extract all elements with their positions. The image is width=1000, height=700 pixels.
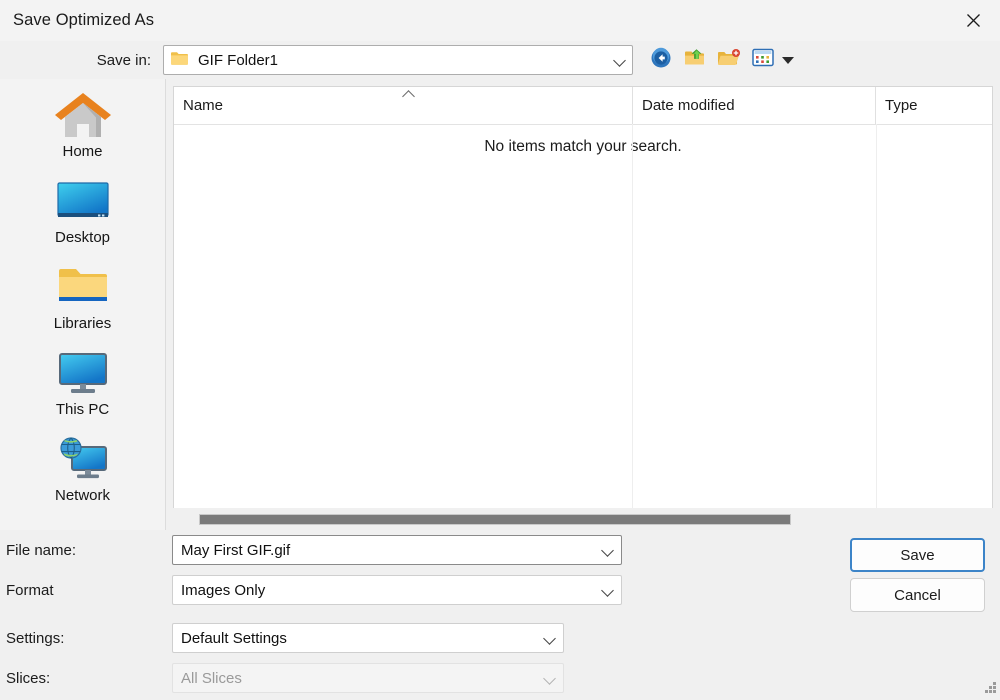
file-name-input[interactable]: May First GIF.gif: [172, 535, 622, 565]
title-bar: Save Optimized As: [0, 0, 1000, 41]
file-name-value: May First GIF.gif: [181, 541, 291, 559]
horizontal-scrollbar[interactable]: [173, 508, 993, 530]
new-folder-icon: [717, 48, 741, 73]
up-folder-icon: [684, 48, 706, 73]
save-button[interactable]: Save: [850, 538, 985, 572]
navigation-toolbar: [648, 47, 794, 73]
dialog-action-buttons: Save Cancel: [850, 538, 985, 612]
slices-row: Slices: All Slices: [0, 658, 1000, 698]
column-header-label: Type: [885, 97, 918, 114]
home-icon: [52, 88, 114, 142]
horizontal-scrollbar-thumb[interactable]: [199, 513, 791, 525]
sidebar-item-label: Libraries: [53, 315, 112, 332]
sidebar-item-label: Home: [62, 143, 103, 160]
view-list-icon: [752, 48, 774, 72]
column-header-type[interactable]: Type: [875, 87, 992, 124]
sidebar-item-libraries[interactable]: Libraries: [8, 260, 158, 346]
sidebar-item-label: Network: [54, 487, 110, 504]
slices-select: All Slices: [172, 663, 564, 693]
sidebar-item-this-pc[interactable]: This PC: [8, 346, 158, 432]
save-optimized-as-dialog: Save Optimized As Save in: GIF Folder1 H…: [0, 0, 1000, 700]
page-title: Save Optimized As: [13, 11, 155, 29]
save-in-combobox[interactable]: GIF Folder1: [163, 45, 633, 75]
format-label: Format: [6, 581, 54, 599]
save-form: File name: May First GIF.gif Format Imag…: [0, 530, 1000, 700]
settings-label: Settings:: [6, 629, 65, 647]
sidebar-item-home[interactable]: Home: [8, 88, 158, 174]
file-list-header: Name Date modified Type: [174, 87, 992, 125]
format-select[interactable]: Images Only: [172, 575, 622, 605]
resize-grip[interactable]: [982, 682, 997, 697]
column-header-name[interactable]: Name: [174, 87, 632, 124]
up-one-level-button[interactable]: [682, 47, 708, 73]
slices-value: All Slices: [181, 669, 242, 687]
network-globe-icon: [54, 432, 112, 486]
close-button[interactable]: [946, 0, 1000, 41]
back-arrow-icon: [650, 47, 672, 74]
folder-icon: [170, 50, 189, 71]
places-sidebar: Home Desktop Libraries This PC Network: [0, 79, 166, 530]
sidebar-item-desktop[interactable]: Desktop: [8, 174, 158, 260]
cancel-button[interactable]: Cancel: [850, 578, 985, 612]
file-list[interactable]: Name Date modified Type No items match y…: [173, 86, 993, 508]
settings-select[interactable]: Default Settings: [172, 623, 564, 653]
file-name-label: File name:: [6, 541, 77, 559]
save-in-value: GIF Folder1: [198, 51, 279, 69]
view-menu-button[interactable]: [750, 47, 776, 73]
chevron-down-icon[interactable]: [600, 542, 616, 558]
column-header-label: Name: [183, 97, 224, 114]
save-in-row: Save in: GIF Folder1: [0, 41, 1000, 79]
chevron-down-icon[interactable]: [612, 52, 628, 68]
dialog-body: Home Desktop Libraries This PC Network N…: [0, 79, 1000, 530]
empty-list-message: No items match your search.: [484, 138, 682, 155]
sidebar-item-label: This PC: [55, 401, 110, 418]
chevron-down-icon[interactable]: [600, 582, 616, 598]
sort-ascending-icon: [402, 89, 416, 98]
save-in-label: Save in:: [96, 51, 151, 69]
sidebar-item-label: Desktop: [54, 229, 111, 246]
libraries-folder-icon: [54, 260, 112, 314]
this-pc-monitor-icon: [54, 346, 112, 400]
format-value: Images Only: [181, 581, 266, 599]
column-header-label: Date modified: [642, 97, 735, 114]
file-list-pane: Name Date modified Type No items match y…: [166, 79, 1000, 530]
chevron-down-icon[interactable]: [542, 630, 558, 646]
close-icon: [966, 13, 981, 28]
caret-down-icon[interactable]: [782, 56, 794, 64]
column-divider: [632, 124, 633, 508]
sidebar-item-network[interactable]: Network: [8, 432, 158, 518]
settings-value: Default Settings: [181, 629, 287, 647]
column-divider: [876, 124, 877, 508]
chevron-down-icon: [542, 670, 558, 686]
slices-label: Slices:: [6, 669, 51, 687]
desktop-icon: [54, 174, 112, 228]
column-header-date-modified[interactable]: Date modified: [632, 87, 875, 124]
back-button[interactable]: [648, 47, 674, 73]
settings-row: Settings: Default Settings: [0, 618, 1000, 658]
create-new-folder-button[interactable]: [716, 47, 742, 73]
